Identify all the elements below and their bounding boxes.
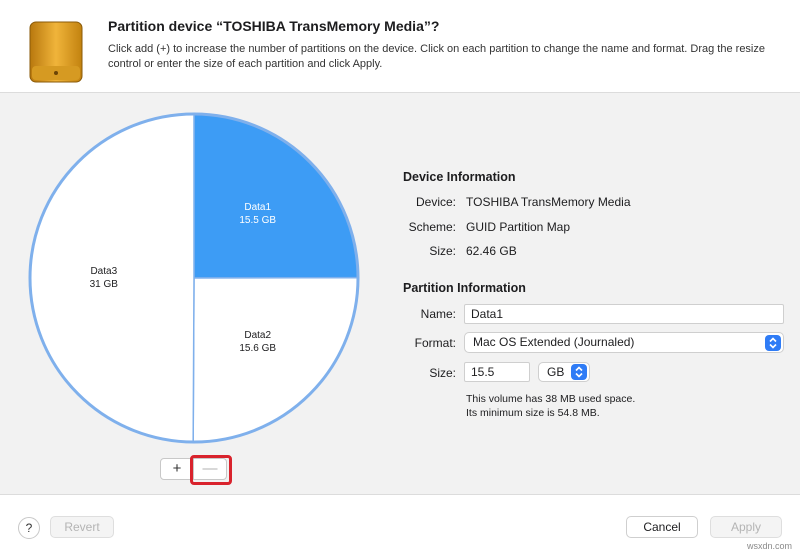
scheme-label: Scheme: — [408, 220, 456, 234]
partition-info-heading: Partition Information — [403, 281, 526, 295]
device-info-heading: Device Information — [403, 170, 516, 184]
device-label: Device: — [415, 195, 456, 209]
name-label: Name: — [420, 307, 456, 321]
size-unit-popup[interactable]: GB — [538, 362, 590, 382]
partition-size-field[interactable]: 15.5 — [464, 362, 530, 382]
partition-name-text: Data2 — [244, 329, 272, 341]
partition-name-field[interactable]: Data1 — [464, 304, 784, 324]
format-popup[interactable]: Mac OS Extended (Journaled) — [464, 332, 784, 353]
partition-name-text: Data3 — [90, 265, 118, 277]
partition-size-text: 15.6 GB — [239, 342, 277, 354]
format-label: Format: — [414, 336, 456, 350]
dialog-header: Partition device “TOSHIBA TransMemory Me… — [0, 0, 800, 93]
highlight-box — [190, 455, 232, 485]
revert-button[interactable]: Revert — [50, 516, 114, 538]
device-size-value: 62.46 GB — [466, 244, 517, 258]
cancel-button[interactable]: Cancel — [626, 516, 698, 538]
partition-size-text: 15.5 GB — [239, 215, 277, 227]
min-size-note: Its minimum size is 54.8 MB. — [466, 407, 600, 419]
used-space-note: This volume has 38 MB used space. — [466, 393, 636, 405]
partition-label-data3: Data3 31 GB — [74, 265, 134, 291]
size-unit-value: GB — [547, 365, 565, 379]
help-button[interactable]: ? — [18, 517, 40, 539]
external-drive-icon — [29, 21, 83, 83]
unit-stepper-icon — [571, 364, 587, 380]
partition-slice-data1[interactable] — [193, 113, 359, 279]
size-note: This volume has 38 MB used space. Its mi… — [466, 392, 635, 420]
format-stepper-icon — [765, 335, 781, 351]
dialog-description: Click add (+) to increase the number of … — [108, 43, 765, 70]
device-value: TOSHIBA TransMemory Media — [466, 195, 631, 209]
size-label: Size: — [429, 366, 456, 380]
partition-name-text: Data1 — [244, 202, 272, 214]
scheme-value: GUID Partition Map — [466, 220, 571, 234]
add-partition-button[interactable]: + — [160, 458, 194, 480]
dialog-title: Partition device “TOSHIBA TransMemory Me… — [108, 18, 440, 34]
format-value: Mac OS Extended (Journaled) — [473, 335, 635, 349]
partition-label-data2: Data2 15.6 GB — [228, 329, 288, 355]
apply-button[interactable]: Apply — [710, 516, 782, 538]
device-size-label: Size: — [429, 244, 456, 258]
partition-size-text: 31 GB — [89, 278, 118, 290]
watermark-text: wsxdn.com — [746, 541, 792, 551]
partition-label-data1: Data1 15.5 GB — [228, 201, 288, 227]
partition-slice-data2[interactable] — [192, 276, 359, 443]
